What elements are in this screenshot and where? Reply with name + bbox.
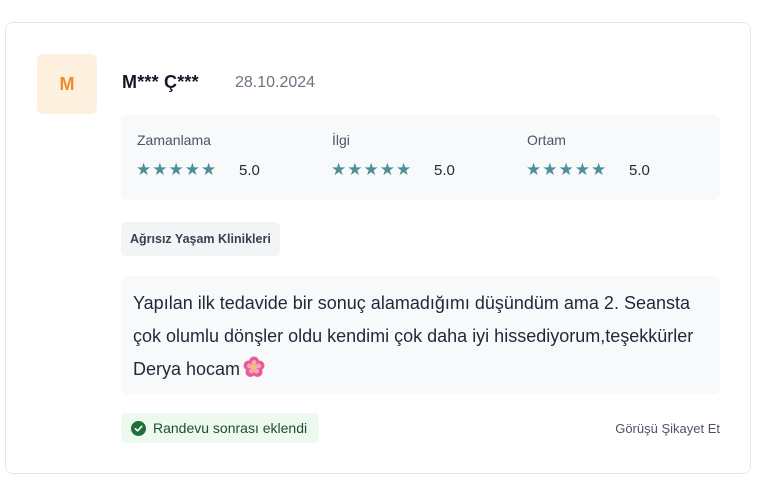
rating-ilgi: İlgi ★ ★ ★ ★ ★ 5.0 [316,115,512,200]
star-icon: ★ [201,160,217,179]
rating-score: 5.0 [434,162,455,179]
rating-score: 5.0 [239,162,260,179]
star-icon: ★ [136,160,152,179]
star-icon: ★ [347,160,363,179]
ratings-panel: Zamanlama ★ ★ ★ ★ ★ 5.0 İlgi ★ ★ ★ ★ ★ 5.0 Ortam… [121,115,720,200]
rating-label: Zamanlama [137,132,211,148]
clinic-name: Ağrısız Yaşam Klinikleri [130,232,271,246]
star-icon: ★ [574,160,590,179]
report-review-link[interactable]: Görüşü Şikayet Et [615,421,720,436]
star-icon: ★ [396,160,412,179]
review-comment: Yapılan ilk tedavide bir sonuç alamadığı… [121,276,720,394]
verified-badge-label: Randevu sonrası eklendi [153,420,308,436]
star-icon: ★ [558,160,574,179]
check-circle-icon [131,420,146,436]
rating-ortam: Ortam ★ ★ ★ ★ ★ 5.0 [511,115,707,200]
star-icon: ★ [152,160,168,179]
rating-label: Ortam [527,132,566,148]
verified-badge: Randevu sonrası eklendi [121,413,320,443]
rating-score: 5.0 [629,162,650,179]
review-date: 28.10.2024 [235,74,316,91]
clinic-tag[interactable]: Ağrısız Yaşam Klinikleri [121,222,280,256]
rating-label: İlgi [332,132,350,148]
star-rating: ★ ★ ★ ★ ★ [331,160,411,180]
hibiscus-icon [243,356,265,389]
avatar-initial: M [59,73,75,94]
rating-zamanlama: Zamanlama ★ ★ ★ ★ ★ 5.0 [121,115,317,200]
avatar: M [37,54,97,114]
star-icon: ★ [331,160,347,179]
reviewer-name: M*** Ç*** [122,72,199,92]
comment-text: Yapılan ilk tedavide bir sonuç alamadığı… [133,293,694,379]
star-rating: ★ ★ ★ ★ ★ [136,160,216,180]
star-rating: ★ ★ ★ ★ ★ [526,160,606,180]
star-icon: ★ [363,160,379,179]
star-icon: ★ [379,160,395,179]
star-icon: ★ [542,160,558,179]
star-icon: ★ [168,160,184,179]
star-icon: ★ [591,160,607,179]
star-icon: ★ [526,160,542,179]
review-card: M M*** Ç*** 28.10.2024 Zamanlama ★ ★ ★ ★ ★ 5… [5,22,751,474]
star-icon: ★ [184,160,200,179]
